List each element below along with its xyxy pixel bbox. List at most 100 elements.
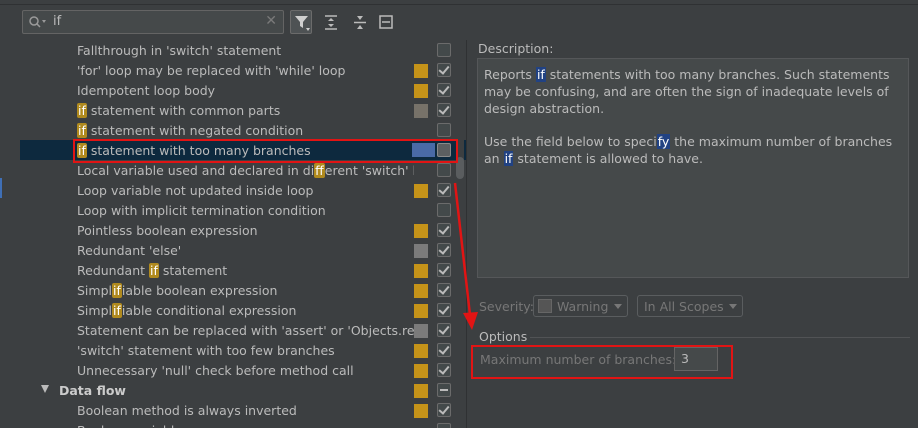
severity-indicator xyxy=(414,384,428,398)
enable-checkbox[interactable] xyxy=(437,263,451,277)
severity-indicator xyxy=(414,104,428,118)
inspection-label: Unnecessary 'null' check before method c… xyxy=(77,363,354,378)
search-input[interactable]: if xyxy=(53,14,61,29)
inspection-label: Pointless boolean expression xyxy=(77,223,258,238)
inspection-row[interactable]: Loop with implicit termination condition xyxy=(20,200,466,220)
enable-checkbox[interactable] xyxy=(437,63,451,77)
inspection-row[interactable]: Local variable used and declared in diff… xyxy=(20,160,466,180)
collapse-all-button[interactable] xyxy=(351,10,369,34)
enable-checkbox[interactable] xyxy=(437,123,451,137)
enable-checkbox[interactable] xyxy=(437,223,451,237)
indeterminate-icon xyxy=(440,389,448,391)
severity-indicator xyxy=(414,344,428,358)
checkmark-icon xyxy=(438,263,450,275)
inspection-row[interactable]: 'for' loop may be replaced with 'while' … xyxy=(20,60,466,80)
description-paragraph-1: Reports if statements with too many bran… xyxy=(484,67,890,116)
severity-indicator xyxy=(414,364,428,378)
expand-all-button[interactable] xyxy=(322,10,340,34)
clear-search-icon[interactable]: ✕ xyxy=(265,13,277,29)
max-branches-input[interactable]: 3 xyxy=(674,347,718,371)
enable-checkbox[interactable] xyxy=(437,203,451,217)
checkmark-icon xyxy=(438,283,450,295)
inspection-row[interactable]: Unnecessary 'null' check before method c… xyxy=(20,360,466,380)
enable-checkbox[interactable] xyxy=(437,43,451,57)
inspection-label: Loop variable not updated inside loop xyxy=(77,183,314,198)
enable-checkbox[interactable] xyxy=(437,363,451,377)
inspection-label: Local variable used and declared in diff… xyxy=(77,163,414,178)
severity-indicator xyxy=(414,264,428,278)
expand-all-icon xyxy=(325,15,337,30)
inspection-row[interactable]: Loop variable not updated inside loop xyxy=(20,180,466,200)
inspection-row[interactable]: Fallthrough in 'switch' statement xyxy=(20,40,466,60)
checkmark-icon xyxy=(438,103,450,115)
enable-checkbox[interactable] xyxy=(437,283,451,297)
enable-checkbox[interactable] xyxy=(437,403,451,417)
inspection-label: Redundant 'else' xyxy=(77,243,182,258)
severity-indicator xyxy=(414,304,428,318)
enable-checkbox[interactable] xyxy=(437,83,451,97)
checkmark-icon xyxy=(438,323,450,335)
enable-checkbox[interactable] xyxy=(437,143,451,157)
enable-checkbox[interactable] xyxy=(437,163,451,177)
enable-checkbox[interactable] xyxy=(437,243,451,257)
checkmark-icon xyxy=(438,403,450,415)
reset-button[interactable] xyxy=(377,10,395,34)
inspection-label: Simplifiable boolean expression xyxy=(77,283,278,298)
severity-indicator xyxy=(414,284,428,298)
severity-indicator xyxy=(414,184,428,198)
chevron-down-icon xyxy=(614,304,622,309)
checkmark-icon xyxy=(438,223,450,235)
options-separator xyxy=(530,337,910,338)
inspection-row[interactable]: if statement with common parts xyxy=(20,100,466,120)
inspection-row[interactable]: Statement can be replaced with 'assert' … xyxy=(20,320,466,340)
tree-group-row[interactable]: Data flow xyxy=(20,380,466,400)
inspection-row[interactable]: if statement with too many branches xyxy=(20,140,466,160)
checkmark-icon xyxy=(438,343,450,355)
inspection-label: Data flow xyxy=(59,383,126,398)
inspection-label: Redundant if statement xyxy=(77,263,228,278)
severity-indicator xyxy=(414,244,428,258)
inspection-row[interactable]: Redundant 'else' xyxy=(20,240,466,260)
inspection-label: if statement with too many branches xyxy=(77,143,311,158)
max-branches-label: Maximum number of branches: xyxy=(480,352,677,367)
checkmark-icon xyxy=(438,83,450,95)
top-border xyxy=(0,0,918,5)
description-paragraph-2: Use the field below to specify the maxim… xyxy=(484,134,893,166)
search-box[interactable]: if ✕ xyxy=(22,10,284,34)
expand-arrow-icon[interactable] xyxy=(41,385,49,393)
inspection-row[interactable]: Simplifiable boolean expression xyxy=(20,280,466,300)
enable-checkbox[interactable] xyxy=(437,323,451,337)
enable-checkbox[interactable] xyxy=(437,423,451,428)
enable-checkbox[interactable] xyxy=(437,383,451,397)
inspection-label: 'for' loop may be replaced with 'while' … xyxy=(77,63,346,78)
severity-indicator xyxy=(414,224,428,238)
panel-divider[interactable] xyxy=(466,40,467,428)
filter-button[interactable] xyxy=(290,10,312,34)
options-title: Options xyxy=(479,329,528,344)
description-title: Description: xyxy=(478,41,554,56)
enable-checkbox[interactable] xyxy=(437,103,451,117)
description-box: Reports if statements with too many bran… xyxy=(477,58,909,278)
inspection-row[interactable]: Simplifiable conditional expression xyxy=(20,300,466,320)
severity-indicator xyxy=(414,64,428,78)
checkmark-icon xyxy=(438,183,450,195)
scrollbar-thumb[interactable] xyxy=(456,157,464,179)
enable-checkbox[interactable] xyxy=(437,303,451,317)
inspection-list[interactable]: Fallthrough in 'switch' statement 'for' l… xyxy=(20,40,466,428)
severity-indicator xyxy=(414,404,428,418)
sidebar-selection-marker xyxy=(0,178,2,198)
inspection-row[interactable]: Idempotent loop body xyxy=(20,80,466,100)
inspection-row[interactable]: Boolean variable... xyxy=(20,420,466,428)
list-scrollbar[interactable] xyxy=(456,40,464,428)
enable-checkbox[interactable] xyxy=(437,183,451,197)
inspection-row[interactable]: Boolean method is always inverted xyxy=(20,400,466,420)
inspection-row[interactable]: 'switch' statement with too few branches xyxy=(20,340,466,360)
inspection-label: Idempotent loop body xyxy=(77,83,216,98)
scope-dropdown[interactable]: In All Scopes xyxy=(637,295,743,317)
inspection-row[interactable]: Pointless boolean expression xyxy=(20,220,466,240)
severity-dropdown[interactable]: Warning xyxy=(533,295,628,317)
chevron-down-icon xyxy=(729,304,737,309)
enable-checkbox[interactable] xyxy=(437,343,451,357)
inspection-row[interactable]: Redundant if statement xyxy=(20,260,466,280)
inspection-row[interactable]: if statement with negated condition xyxy=(20,120,466,140)
